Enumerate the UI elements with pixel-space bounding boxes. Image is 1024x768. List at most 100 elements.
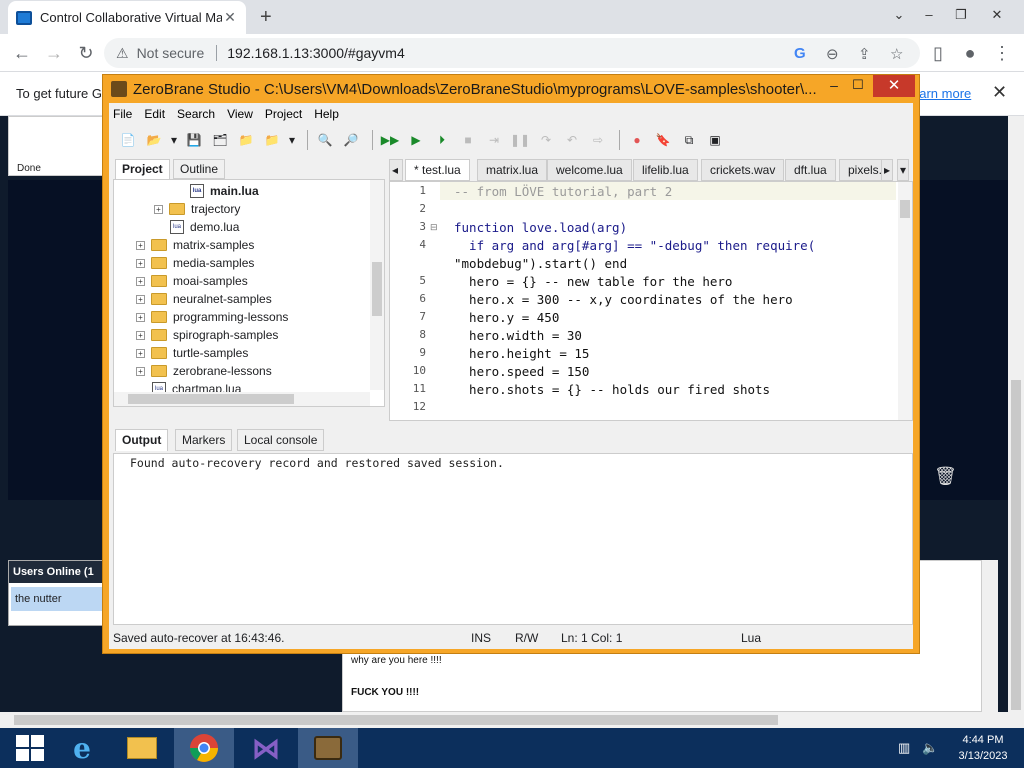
volume-icon[interactable]: 🔈	[922, 740, 938, 756]
scroll-thumb[interactable]	[900, 200, 910, 218]
tree-item[interactable]: + moai-samples	[136, 272, 248, 290]
tab-matrix-lua[interactable]: matrix.lua	[477, 159, 548, 181]
expand-icon[interactable]: +	[154, 204, 163, 214]
new-file-icon[interactable]: 📄	[117, 130, 139, 150]
expand-icon[interactable]: +	[136, 258, 145, 268]
run-to-cursor-icon[interactable]: ⇨	[587, 130, 609, 150]
dropdown-icon[interactable]: ▾	[169, 130, 179, 150]
tree-horizontal-scrollbar[interactable]	[114, 392, 370, 406]
dropdown-icon[interactable]: ▾	[287, 130, 297, 150]
page-horizontal-scrollbar[interactable]	[0, 712, 1008, 728]
tab-markers[interactable]: Markers	[175, 429, 233, 451]
project-directory-icon[interactable]: 📁	[235, 130, 257, 150]
maximize-button[interactable]: ☐	[849, 77, 867, 93]
menu-dots-icon[interactable]: ⋮	[990, 42, 1014, 64]
expand-icon[interactable]: +	[136, 276, 145, 286]
expand-icon[interactable]: +	[136, 348, 145, 358]
run-icon[interactable]: ▶▶	[379, 130, 401, 150]
bookmark-icon[interactable]: 🔖	[652, 130, 674, 150]
tab-crickets-wav[interactable]: crickets.wav	[701, 159, 785, 181]
share-icon[interactable]: ⇪	[858, 45, 871, 63]
menu-view[interactable]: View	[227, 107, 253, 121]
find-in-files-icon[interactable]: 🔎	[340, 130, 362, 150]
tab-test-lua[interactable]: * test.lua	[405, 159, 470, 181]
user-list-item[interactable]: the nutter	[11, 587, 105, 611]
menu-help[interactable]: Help	[314, 107, 339, 121]
tree-item[interactable]: + programming-lessons	[136, 308, 288, 326]
fold-icon[interactable]: ⊟	[430, 222, 438, 233]
tab-welcome-lua[interactable]: welcome.lua	[547, 159, 632, 181]
tab-project[interactable]: Project	[115, 159, 170, 179]
stop-icon[interactable]: ■	[457, 130, 479, 150]
menu-file[interactable]: File	[113, 107, 132, 121]
save-all-icon[interactable]: 🗂	[209, 130, 231, 150]
tree-item[interactable]: + spirograph-samples	[136, 326, 278, 344]
tree-item[interactable]: lua demo.lua	[170, 218, 239, 236]
tab-dft-lua[interactable]: dft.lua	[785, 159, 836, 181]
zoom-icon[interactable]: ⊖	[826, 45, 839, 63]
forward-button[interactable]: →	[42, 42, 66, 64]
visual-studio-icon[interactable]: ⋈	[236, 728, 296, 768]
run-now-icon[interactable]: ⏵	[431, 130, 453, 150]
watch-window-icon[interactable]: ▣	[704, 130, 726, 150]
tabs-scroll-left-icon[interactable]: ◂	[389, 159, 403, 181]
tabs-menu-icon[interactable]: ▾	[897, 159, 910, 181]
scroll-thumb[interactable]	[372, 262, 382, 316]
scroll-thumb[interactable]	[128, 394, 294, 404]
step-into-icon[interactable]: ⇥	[483, 130, 505, 150]
menu-edit[interactable]: Edit	[144, 107, 165, 121]
open-file-icon[interactable]: 📂	[143, 130, 165, 150]
step-out-icon[interactable]: ↶	[561, 130, 583, 150]
tabs-scroll-right-icon[interactable]: ▸	[881, 159, 894, 181]
scroll-thumb[interactable]	[14, 715, 778, 725]
bookmark-star-icon[interactable]: ☆	[890, 45, 903, 63]
stack-window-icon[interactable]: ⧉	[678, 130, 700, 150]
tree-item[interactable]: + turtle-samples	[136, 344, 248, 362]
menu-project[interactable]: Project	[265, 107, 302, 121]
close-window-button[interactable]: ✕	[982, 0, 1012, 30]
find-icon[interactable]: 🔍	[314, 130, 336, 150]
tree-item[interactable]: + matrix-samples	[136, 236, 254, 254]
chevron-down-icon[interactable]: ⌄	[884, 0, 914, 30]
page-vertical-scrollbar[interactable]	[1008, 116, 1024, 728]
learn-more-link[interactable]: earn more	[912, 86, 971, 101]
tree-item[interactable]: + trajectory	[154, 200, 240, 218]
tab-local-console[interactable]: Local console	[237, 429, 325, 451]
minimize-button[interactable]: –	[914, 0, 944, 30]
code-editor[interactable]: 1 2 3 4 5 6 7 8 9 10 11 12 ⊟ -- from LÖV…	[389, 181, 913, 421]
tree-item[interactable]: lua main.lua	[190, 182, 259, 200]
step-over-icon[interactable]: ↷	[535, 130, 557, 150]
restore-button[interactable]: ❐	[946, 0, 976, 30]
file-explorer-icon[interactable]	[112, 728, 172, 768]
tab-output[interactable]: Output	[115, 429, 169, 451]
chat-scrollbar[interactable]	[982, 560, 998, 712]
save-icon[interactable]: 💾	[183, 130, 205, 150]
browser-tab[interactable]: Control Collaborative Virtual Ma ✕	[8, 1, 246, 34]
tree-item[interactable]: + media-samples	[136, 254, 254, 272]
minimize-button[interactable]: –	[825, 77, 843, 93]
project-choose-icon[interactable]: 📁	[261, 130, 283, 150]
menu-search[interactable]: Search	[177, 107, 215, 121]
output-panel[interactable]: Found auto-recovery record and restored …	[113, 453, 913, 625]
windows-start-icon[interactable]	[0, 728, 60, 768]
expand-icon[interactable]: +	[136, 240, 145, 250]
close-icon[interactable]: ✕	[992, 82, 1007, 103]
expand-icon[interactable]: +	[136, 366, 145, 376]
zerobrane-titlebar[interactable]: ZeroBrane Studio - C:\Users\VM4\Download…	[103, 75, 919, 103]
internet-explorer-icon[interactable]: e	[52, 728, 112, 768]
chrome-icon[interactable]	[174, 728, 234, 768]
tree-item[interactable]: + neuralnet-samples	[136, 290, 272, 308]
debug-icon[interactable]: ▶	[405, 130, 427, 150]
side-panel-icon[interactable]: ▯	[926, 42, 950, 64]
break-icon[interactable]: ❚❚	[509, 130, 531, 150]
network-icon[interactable]: ▥	[898, 740, 910, 756]
trash-icon[interactable]: 🗑	[934, 466, 957, 487]
zerobrane-taskbar-icon[interactable]	[298, 728, 358, 768]
tab-lifelib-lua[interactable]: lifelib.lua	[633, 159, 698, 181]
expand-icon[interactable]: +	[136, 312, 145, 322]
profile-icon[interactable]: ●	[958, 42, 982, 64]
system-clock[interactable]: 4:44 PM 3/13/2023	[948, 732, 1018, 764]
expand-icon[interactable]: +	[136, 294, 145, 304]
reload-button[interactable]: ↻	[74, 42, 98, 64]
expand-icon[interactable]: +	[136, 330, 145, 340]
